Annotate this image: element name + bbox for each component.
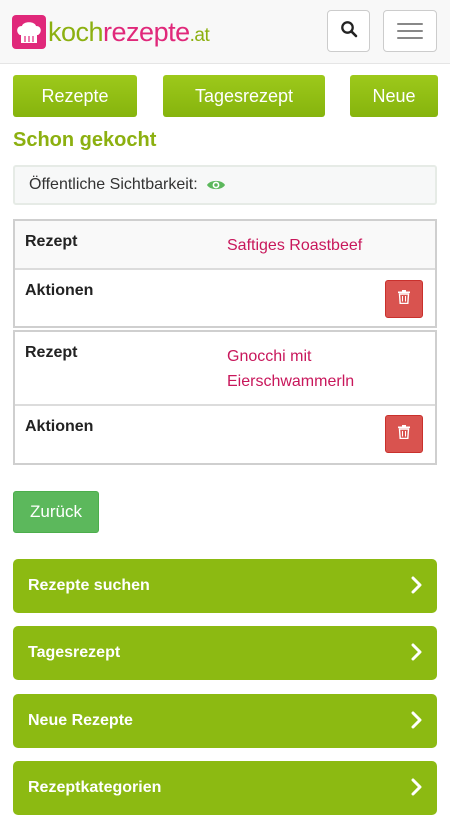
aktionen-label: Aktionen <box>25 418 94 435</box>
table-row: Rezept Saftiges Roastbeef <box>15 221 435 270</box>
back-button[interactable]: Zurück <box>13 491 99 533</box>
aktionen-label: Aktionen <box>25 282 94 299</box>
recipe-link[interactable]: Saftiges Roastbeef <box>227 233 427 258</box>
cooked-recipe-entry: Rezept Gnocchi mit Eierschwammerln Aktion… <box>13 330 437 465</box>
nav-label: Rezeptkategorien <box>28 779 162 796</box>
eye-icon[interactable] <box>206 178 226 192</box>
chef-hat-icon <box>12 15 46 49</box>
cooked-recipe-entry: Rezept Saftiges Roastbeef Aktionen <box>13 219 437 328</box>
table-row: Rezept Gnocchi mit Eierschwammerln <box>15 332 435 406</box>
menu-toggle-button[interactable] <box>383 10 437 52</box>
tab-rezepte[interactable]: Rezepte <box>13 75 137 117</box>
chevron-right-icon <box>411 778 423 801</box>
site-header: kochrezepte.at <box>0 0 450 64</box>
visibility-label: Öffentliche Sichtbarkeit: <box>29 176 198 193</box>
nav-tagesrezept[interactable]: Tagesrezept <box>13 626 437 680</box>
hamburger-menu-icon <box>397 23 423 25</box>
delete-button[interactable] <box>385 280 423 318</box>
recipe-link[interactable]: Gnocchi mit Eierschwammerln <box>227 344 427 394</box>
nav-label: Rezepte suchen <box>28 577 150 594</box>
chevron-right-icon <box>411 643 423 666</box>
nav-neue-rezepte[interactable]: Neue Rezepte <box>13 694 437 748</box>
delete-button[interactable] <box>385 415 423 453</box>
rezept-label: Rezept <box>25 344 78 361</box>
nav-label: Neue Rezepte <box>28 712 133 729</box>
chevron-right-icon <box>411 711 423 734</box>
tab-tagesrezept[interactable]: Tagesrezept <box>163 75 325 117</box>
nav-rezeptkategorien[interactable]: Rezeptkategorien <box>13 761 437 815</box>
chevron-right-icon <box>411 576 423 599</box>
nav-label: Tagesrezept <box>28 644 121 661</box>
logo-wordmark: kochrezepte.at <box>48 16 210 47</box>
search-icon <box>340 20 358 43</box>
table-row: Aktionen <box>15 270 435 326</box>
page-title: Schon gekocht <box>13 129 157 151</box>
tab-neue[interactable]: Neue <box>350 75 438 117</box>
rezept-label: Rezept <box>25 233 78 250</box>
trash-icon <box>398 424 410 444</box>
trash-icon <box>398 289 410 309</box>
nav-rezepte-suchen[interactable]: Rezepte suchen <box>13 559 437 613</box>
site-logo[interactable]: kochrezepte.at <box>12 14 210 50</box>
table-row: Aktionen <box>15 406 435 463</box>
visibility-panel: Öffentliche Sichtbarkeit: <box>13 165 437 205</box>
search-button[interactable] <box>327 10 370 52</box>
